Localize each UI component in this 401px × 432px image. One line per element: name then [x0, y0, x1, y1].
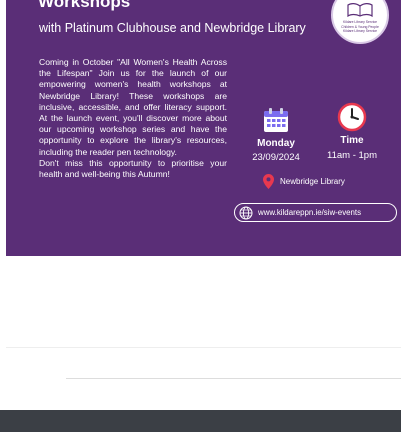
footer-bar	[0, 410, 401, 432]
event-poster-image[interactable]: Workshops with Platinum Clubhouse and Ne…	[6, 0, 401, 256]
open-book-icon	[347, 3, 373, 18]
map-pin-icon	[263, 173, 274, 189]
event-url-link[interactable]: www.kildareppn.ie/siw-events	[234, 203, 397, 222]
clock-icon	[337, 102, 367, 132]
event-location: Newbridge Library	[263, 172, 345, 190]
calendar-icon	[264, 108, 288, 132]
event-time-value: 11am - 1pm	[327, 150, 377, 161]
card-divider	[66, 378, 401, 379]
event-day: Monday	[257, 138, 295, 149]
event-location-text: Newbridge Library	[280, 176, 345, 186]
poster-body-paragraph: Coming in October "All Women's Health Ac…	[39, 57, 227, 157]
poster-body: Coming in October "All Women's Health Ac…	[39, 57, 227, 180]
content-card	[6, 347, 401, 418]
poster-title: Workshops	[38, 0, 131, 11]
globe-icon	[239, 206, 253, 219]
event-url-text: www.kildareppn.ie/siw-events	[258, 208, 362, 217]
badge-text-line: Kildare Library Service	[342, 28, 378, 33]
library-badge-logo: Kildare Library Service Children & Young…	[331, 0, 389, 44]
poster-subtitle: with Platinum Clubhouse and Newbridge Li…	[39, 21, 306, 35]
event-date: 23/09/2024	[252, 152, 300, 163]
poster-body-paragraph: Don't miss this opportunity to prioritis…	[39, 157, 227, 180]
event-time-label: Time	[340, 135, 364, 146]
